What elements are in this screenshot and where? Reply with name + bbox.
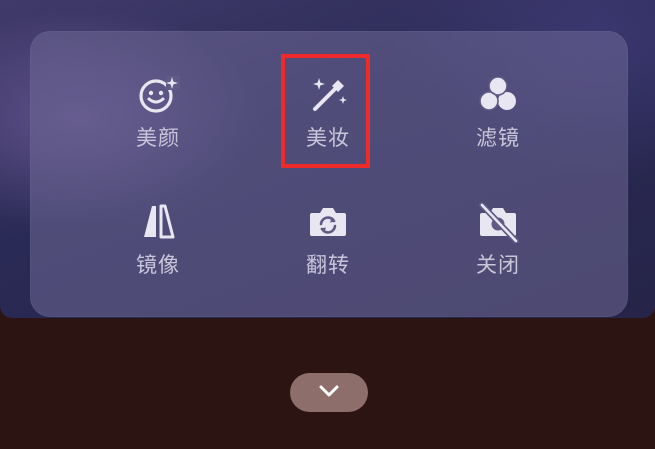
flip-camera-button[interactable]: 翻转	[268, 177, 388, 287]
mirror-icon	[136, 199, 180, 243]
makeup-label: 美妆	[306, 126, 350, 150]
camera-off-icon	[476, 199, 520, 243]
filter-label: 滤镜	[476, 126, 520, 150]
mirror-button[interactable]: 镜像	[98, 177, 218, 287]
camera-off-button[interactable]: 关闭	[438, 177, 558, 287]
magic-wand-icon	[306, 72, 350, 116]
camera-flip-icon	[306, 199, 350, 243]
filter-circles-icon	[476, 72, 520, 116]
makeup-button[interactable]: 美妆	[268, 50, 388, 160]
collapse-panel-button[interactable]	[290, 373, 368, 412]
beauty-label: 美颜	[136, 126, 180, 150]
smile-sparkle-icon	[136, 72, 180, 116]
mirror-label: 镜像	[136, 253, 180, 277]
chevron-down-icon	[318, 383, 340, 402]
camera-off-label: 关闭	[476, 253, 520, 277]
beauty-button[interactable]: 美颜	[98, 50, 218, 160]
filter-button[interactable]: 滤镜	[438, 50, 558, 160]
flip-label: 翻转	[306, 253, 350, 277]
